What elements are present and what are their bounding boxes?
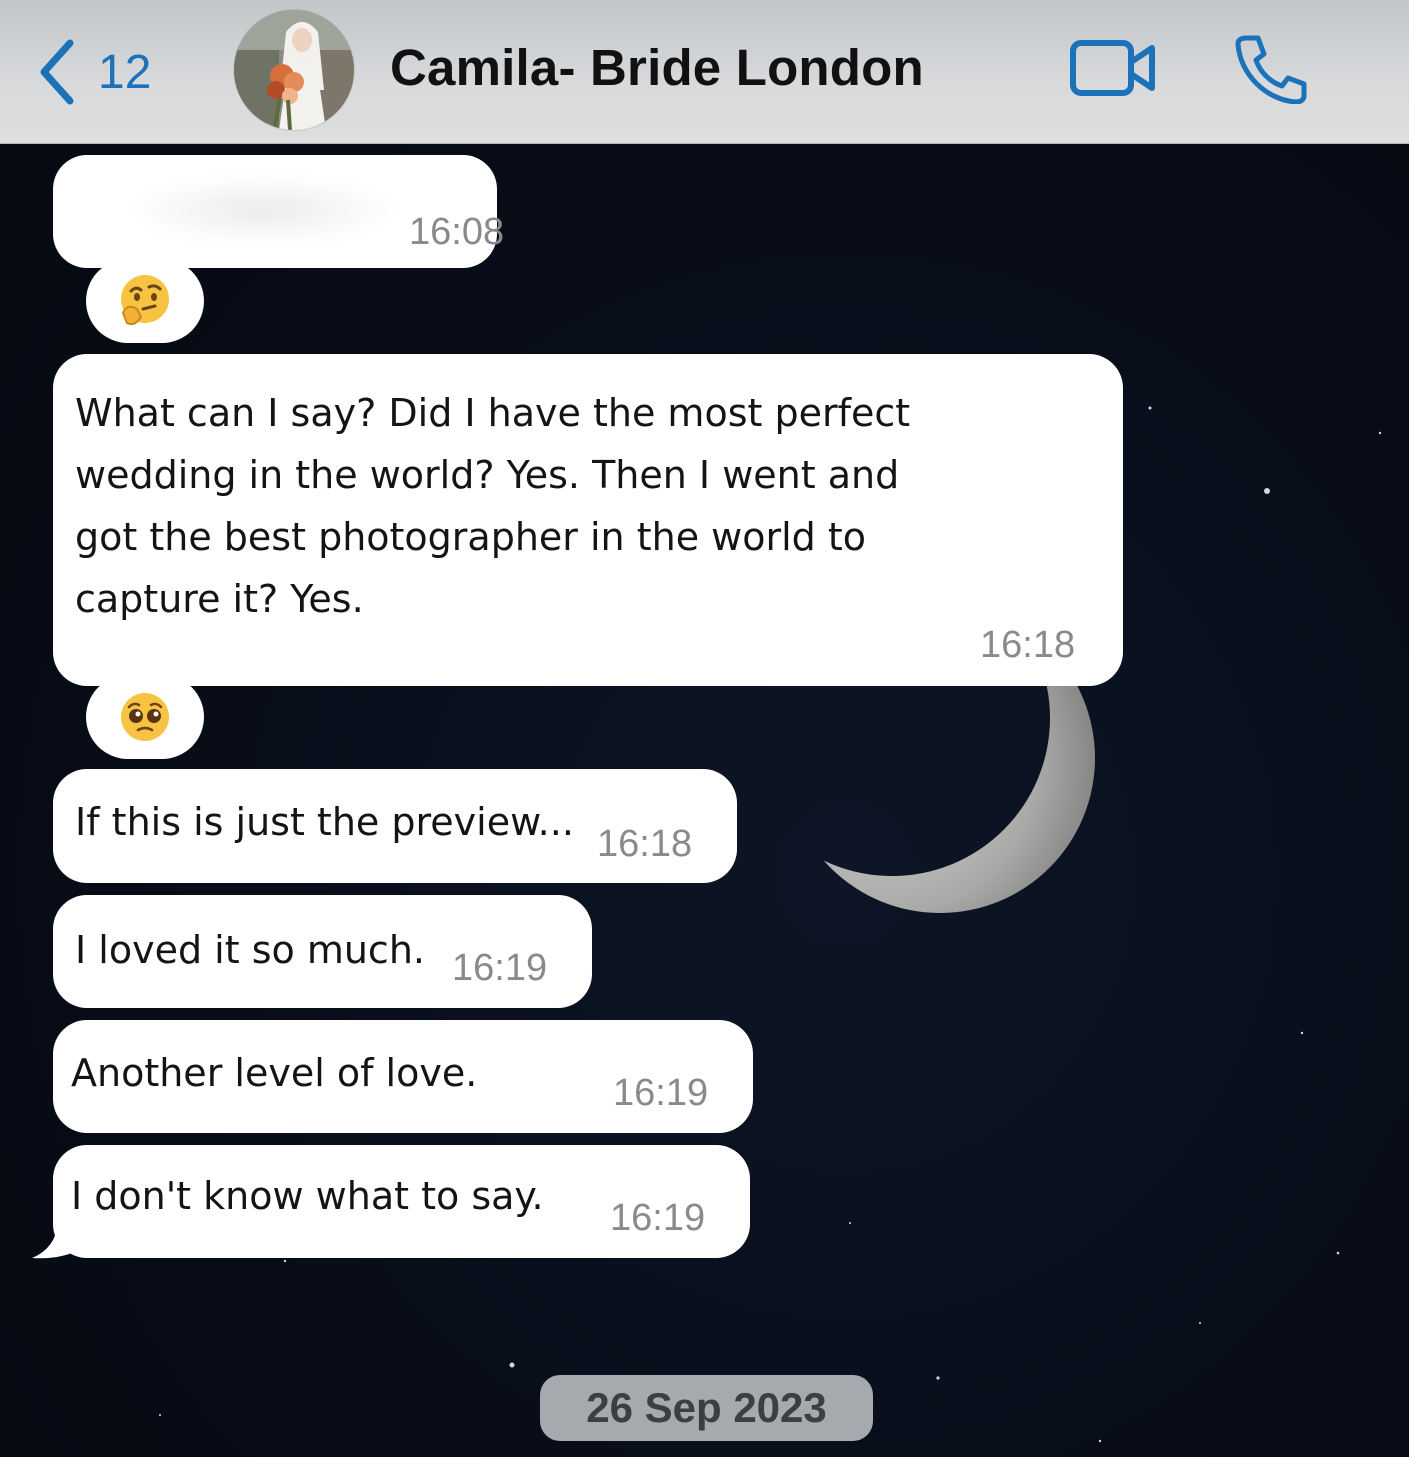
blurred-content	[123, 175, 403, 245]
phone-icon	[1235, 35, 1307, 105]
message-time: 16:19	[452, 947, 548, 989]
message-text: Another level of love.	[71, 1051, 478, 1095]
reaction-pleading[interactable]	[86, 675, 204, 759]
message-bubble-2[interactable]: What can I say? Did I have the most perf…	[53, 354, 1123, 686]
message-text-line-4: capture it? Yes.	[75, 577, 364, 621]
message-text: I don't know what to say.	[71, 1174, 544, 1218]
message-text: If this is just the preview...	[75, 800, 574, 844]
message-time: 16:19	[613, 1072, 709, 1114]
voice-call-button[interactable]	[1232, 32, 1308, 105]
date-separator: 26 Sep 2023	[540, 1375, 873, 1441]
avatar-photo	[234, 10, 354, 130]
message-time: 16:19	[610, 1197, 706, 1239]
video-camera-icon	[1070, 40, 1155, 96]
message-text: I loved it so much.	[75, 928, 425, 972]
message-bubble-5[interactable]: Another level of love. 16:19	[53, 1020, 753, 1133]
pleading-face-icon	[121, 693, 169, 741]
message-bubble-1[interactable]: 16:08	[53, 155, 504, 268]
back-button[interactable]: 12	[36, 36, 151, 108]
message-time: 16:08	[409, 211, 505, 253]
unread-count: 12	[98, 45, 152, 99]
message-time: 16:18	[597, 823, 693, 865]
contact-name[interactable]: Camila- Bride London	[390, 38, 924, 97]
message-text-line-1: What can I say? Did I have the most perf…	[75, 391, 911, 435]
message-bubble-4[interactable]: I loved it so much. 16:19	[53, 895, 592, 1008]
chat-screen: 12 Camila- Bride London 16:08 What can I…	[0, 0, 1409, 1457]
message-bubble-3[interactable]: If this is just the preview... 16:18	[53, 769, 737, 883]
reaction-thinking[interactable]	[86, 259, 204, 343]
message-time: 16:18	[980, 624, 1076, 666]
message-text-line-2: wedding in the world? Yes. Then I went a…	[75, 453, 900, 497]
message-text-line-3: got the best photographer in the world t…	[75, 515, 867, 559]
chevron-left-icon	[40, 39, 74, 105]
thinking-face-icon	[121, 275, 169, 326]
message-bubble-6[interactable]: I don't know what to say. 16:19	[53, 1145, 750, 1258]
contact-avatar[interactable]	[234, 10, 354, 130]
chat-header: 12 Camila- Bride London	[0, 0, 1409, 144]
video-call-button[interactable]	[1068, 36, 1160, 100]
